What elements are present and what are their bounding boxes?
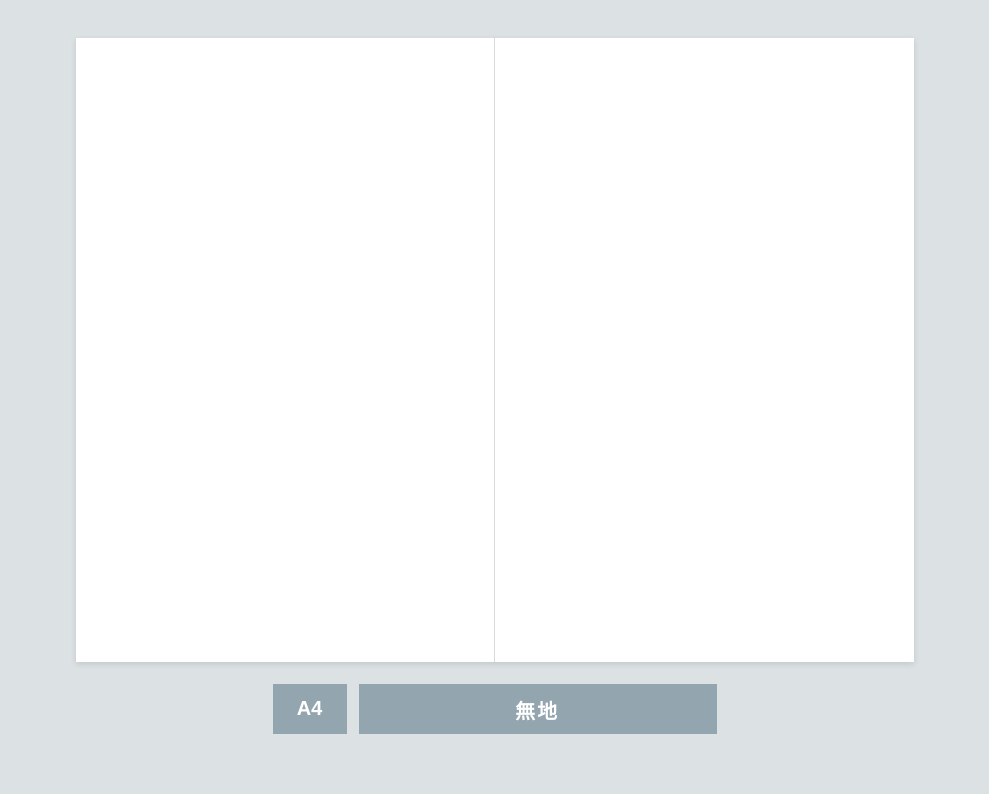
style-label: 無地	[359, 684, 717, 734]
label-row: A4 無地	[273, 684, 717, 734]
page-spread	[76, 38, 914, 662]
page-left	[76, 38, 496, 662]
size-label: A4	[273, 684, 347, 734]
page-right	[495, 38, 914, 662]
